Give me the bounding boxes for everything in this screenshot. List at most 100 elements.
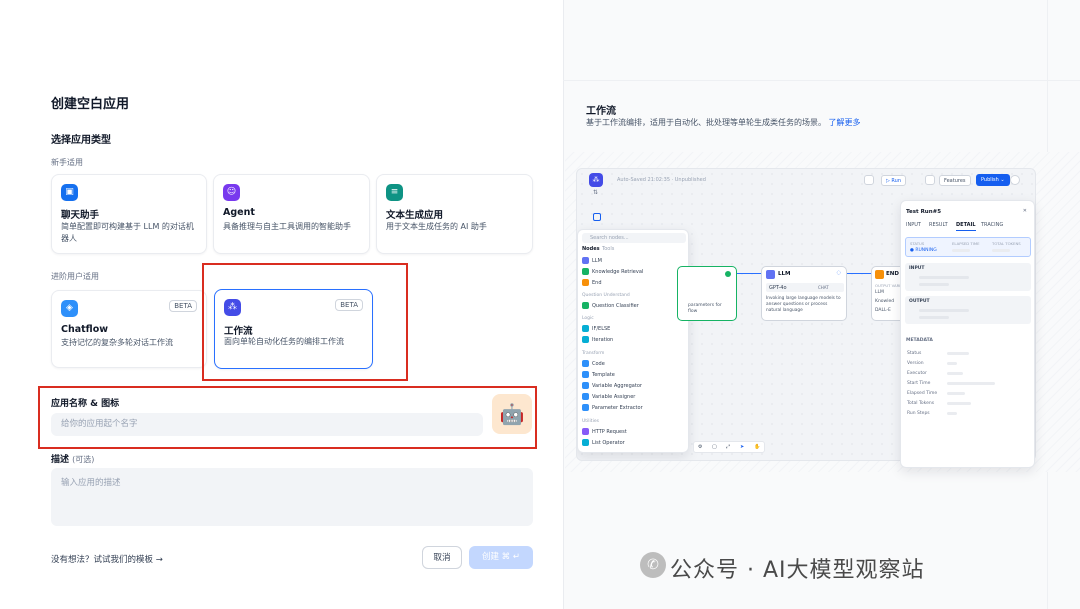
tab-result[interactable]: RESULT (929, 222, 948, 228)
node-item-question-classifier[interactable]: Question Classifier (582, 302, 639, 311)
node-item-parameter-extractor[interactable]: Parameter Extractor (582, 404, 643, 413)
llm-icon (766, 270, 775, 279)
fit-icon[interactable]: ⤢ (726, 444, 730, 450)
knowledge-icon (582, 268, 589, 275)
app-type-card-agent[interactable]: ☺ Agent 具备推理与自主工具调用的智能助手 (213, 174, 370, 254)
node-search-input[interactable]: Search nodes... (582, 233, 686, 243)
end-output-item: DALL-E (875, 308, 891, 313)
app-logo-icon: ⁂ (589, 173, 603, 187)
node-item-end[interactable]: End (582, 279, 602, 288)
tab-tracing[interactable]: TRACING (981, 222, 1003, 228)
preview-desc: 基于工作流编排，适用于自动化、批处理等单轮生成类任务的场景。 了解更多 (586, 118, 861, 127)
node-item-llm[interactable]: LLM (582, 257, 602, 266)
node-item-variable-aggregator[interactable]: Variable Aggregator (582, 382, 642, 391)
status-box: STATUS ● RUNNING ELAPSED TIME TOTAL TOKE… (905, 237, 1031, 257)
app-icon-picker[interactable]: 🤖 (492, 394, 532, 434)
node-item-variable-assigner[interactable]: Variable Assigner (582, 393, 635, 402)
placeholder-bar (992, 249, 1010, 252)
placeholder-bar (919, 283, 949, 286)
node-item-iteration[interactable]: Iteration (582, 336, 613, 345)
node-item-code[interactable]: Code (582, 360, 605, 369)
edge (847, 273, 871, 274)
cancel-button[interactable]: 取消 (422, 546, 462, 569)
llm-node[interactable]: LLM ◌ GPT-4o CHAT Invoking large languag… (761, 266, 847, 321)
node-desc: parameters for flow (688, 303, 722, 314)
template-link[interactable]: 没有想法？试试我们的模板 → (51, 553, 163, 565)
placeholder-bar (947, 362, 957, 365)
placeholder-bar (919, 276, 969, 279)
elapsed-label: ELAPSED TIME (952, 241, 980, 246)
close-icon[interactable]: ✕ (1023, 208, 1027, 214)
placeholder-bar (947, 372, 963, 375)
card-desc: 简单配置即可构建基于 LLM 的对话机器人 (61, 222, 194, 243)
app-type-card-chatflow[interactable]: ◈ BETA Chatflow 支持记忆的复杂多轮对话工作流 (51, 290, 207, 368)
beginner-group-label: 新手适用 (51, 158, 83, 167)
tab-tools[interactable]: Tools (602, 246, 614, 252)
app-type-card-text-generator[interactable]: ≡ 文本生成应用 用于文本生成任务的 AI 助手 (376, 174, 533, 254)
test-run-panel: Test Run#5 ✕ INPUT RESULT DETAIL TRACING… (900, 200, 1035, 468)
card-name: 聊天助手 (61, 210, 100, 221)
app-type-card-chatbot[interactable]: ▣ 聊天助手 简单配置即可构建基于 LLM 的对话机器人 (51, 174, 207, 254)
model-selector[interactable]: GPT-4o CHAT (766, 283, 844, 292)
template-icon (582, 371, 589, 378)
node-item-list-operator[interactable]: List Operator (582, 439, 625, 448)
app-desc-textarea[interactable]: 输入应用的描述 (51, 468, 533, 526)
history-icon[interactable] (864, 175, 874, 185)
hand-icon[interactable]: ✋ (754, 444, 760, 450)
watermark-text: 公众号 · AI大模型观察站 (670, 558, 925, 583)
clock-icon[interactable] (1010, 175, 1020, 185)
canvas-toolbar: ⚙ ▢ ⤢ ➤ ✋ (693, 441, 765, 453)
panel-icon[interactable] (593, 213, 601, 221)
placeholder-bar (919, 316, 949, 319)
card-name: 文本生成应用 (386, 210, 444, 221)
tab-input[interactable]: INPUT (906, 222, 921, 228)
highlight-box-workflow (202, 263, 408, 381)
tab-detail[interactable]: DETAIL (956, 222, 976, 231)
status-label: STATUS (910, 241, 925, 246)
input-section: INPUT (905, 263, 1031, 291)
checklist-icon[interactable] (925, 175, 935, 185)
create-button[interactable]: 创建 ⌘ ↵ (469, 546, 533, 569)
app-name-label: 应用名称 & 图标 (51, 399, 120, 409)
sync-icon[interactable]: ⇅ (593, 189, 598, 196)
card-name: Chatflow (61, 324, 109, 335)
note-icon[interactable]: ▢ (712, 444, 717, 450)
output-section: OUTPUT (905, 296, 1031, 324)
node-item-if-else[interactable]: IF/ELSE (582, 325, 610, 334)
placeholder-bar (952, 249, 970, 252)
node-item-http-request[interactable]: HTTP Request (582, 428, 627, 437)
agent-robot-icon: ☺ (223, 184, 240, 201)
tab-nodes[interactable]: Nodes (582, 246, 600, 252)
pointer-icon[interactable]: ➤ (740, 444, 744, 450)
wechat-icon: ✆ (640, 552, 666, 578)
advanced-group-label: 进阶用户适用 (51, 272, 99, 281)
chatflow-icon: ◈ (61, 300, 78, 317)
output-label: OUTPUT (909, 299, 930, 304)
meta-row-label: Version (907, 361, 924, 366)
end-icon (582, 279, 589, 286)
features-button[interactable]: Features (939, 175, 971, 186)
if-else-icon (582, 325, 589, 332)
meta-row-label: Elapsed Time (907, 391, 938, 396)
app-name-input[interactable]: 给你的应用起个名字 (51, 413, 483, 436)
grid-line (563, 80, 1080, 81)
run-button[interactable]: ▷ Run (881, 175, 907, 186)
status-value: ● RUNNING (910, 248, 937, 253)
learn-more-link[interactable]: 了解更多 (829, 118, 861, 127)
end-output-item: LLM (875, 290, 884, 295)
assigner-icon (582, 393, 589, 400)
node-item-template[interactable]: Template (582, 371, 615, 380)
app-type-section-title: 选择应用类型 (51, 135, 111, 146)
placeholder-bar (947, 382, 995, 385)
node-item-knowledge-retrieval[interactable]: Knowledge Retrieval (582, 268, 643, 277)
settings-icon[interactable]: ⚙ (698, 444, 702, 450)
end-output-item: Knowled (875, 299, 895, 304)
knowledge-node[interactable]: parameters for flow (677, 266, 737, 321)
metadata-label: METADATA (906, 338, 933, 343)
code-icon (582, 360, 589, 367)
publish-button[interactable]: Publish ⌄ (976, 174, 1010, 186)
aggregator-icon (582, 382, 589, 389)
placeholder-bar (947, 412, 957, 415)
meta-row-label: Start Time (907, 381, 931, 386)
group-label: Logic (582, 316, 594, 321)
